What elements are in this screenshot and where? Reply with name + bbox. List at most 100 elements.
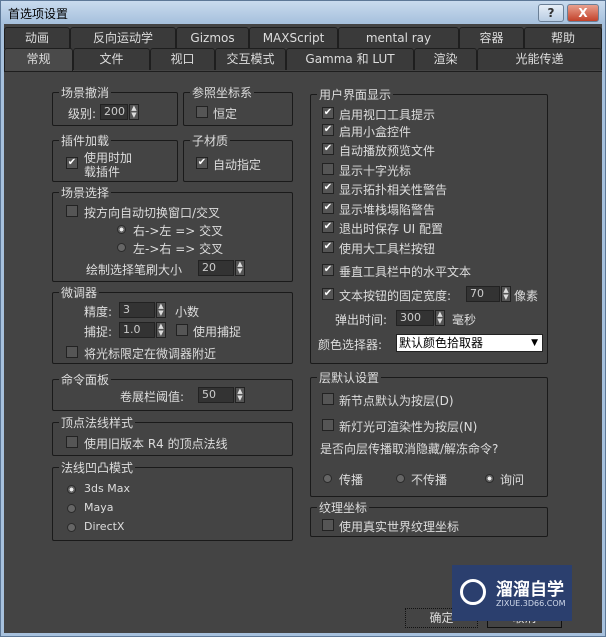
constant-checkbox[interactable] [196,106,208,118]
tab-tabs_row1-6[interactable]: 帮助 [524,27,602,49]
fixed-width-spinner[interactable]: 70 ▲ ▼ [466,286,511,302]
ui-option-label-4: 显示拓扑相关性警告 [339,183,448,197]
auto-assign-checkbox[interactable]: ✔ [196,157,208,169]
bump-maya-label: Maya [84,501,114,514]
color-picker-dropdown[interactable]: 默认颜色拾取器 ▼ [396,334,543,352]
auto-assign-label: 自动指定 [213,158,262,172]
tab-tabs_row2-2[interactable]: 视口 [150,48,215,70]
tab-tabs_row2-1[interactable]: 文件 [73,48,150,70]
ui-option-checkbox-1[interactable]: ✔ [322,124,334,136]
rollup-threshold-spinner[interactable]: 50 ▲ ▼ [198,387,245,403]
group-title: 场景撤消 [59,84,112,101]
ui-option-label-5: 显示堆栈塌陷警告 [339,203,436,217]
wrap-cursor-checkbox[interactable] [66,346,78,358]
tab-tabs_row2-0[interactable]: 常规 [4,48,73,72]
precision-spinner[interactable]: 3 ▲ ▼ [119,302,166,318]
undo-levels-spinner[interactable]: 200 ▲ ▼ [100,104,139,120]
bump-3dsmax-radio[interactable] [67,485,76,494]
pixels-label: 像素 [514,289,539,303]
flyout-time-label: 弹出时间: [335,313,388,327]
l2r-radio[interactable] [117,243,126,252]
decimals-label: 小数 [175,305,200,319]
ui-option-label-0: 启用视口工具提示 [339,108,436,122]
tab-tabs_row2-4[interactable]: Gamma 和 LUT [286,48,414,70]
ui-option-label-9: 文本按钮的固定宽度: [339,289,452,303]
new-lights-bylayer-checkbox[interactable] [322,419,334,431]
auto-switch-checkbox[interactable] [66,205,78,217]
ms-label: 毫秒 [452,313,477,327]
load-on-demand-checkbox[interactable]: ✔ [66,157,78,169]
l2r-label: 左->右 => 交叉 [133,242,224,256]
watermark: 溜溜自学 ZIXUE.3D66.COM [452,565,572,621]
group-title: 顶点法线样式 [59,414,136,431]
watermark-name: 溜溜自学 [496,580,564,600]
tab-tabs_row2-3[interactable]: 交互模式 [215,48,286,70]
real-world-checkbox[interactable] [322,519,334,531]
watermark-url: ZIXUE.3D66.COM [496,599,566,608]
use-snap-checkbox[interactable] [176,324,188,336]
legacy-normals-label: 使用旧版本 R4 的顶点法线 [84,437,228,451]
snap-label: 捕捉: [84,325,113,339]
dont-propagate-radio[interactable] [396,474,405,483]
wrap-cursor-label: 将光标限定在微调器附近 [84,347,217,361]
load-on-demand-label-2: 载插件 [84,165,121,179]
group-title: 层默认设置 [317,369,382,386]
brush-size-label: 绘制选择笔刷大小 [86,263,183,277]
chevron-down-icon: ▼ [531,338,538,348]
tab-tabs_row1-0[interactable]: 动画 [4,27,70,49]
group-title: 命令面板 [59,371,112,388]
ui-option-label-7: 使用大工具栏按钮 [339,242,436,256]
propagate-label: 传播 [339,473,364,487]
ui-option-checkbox-5[interactable]: ✔ [322,202,334,214]
dont-propagate-label: 不传播 [411,473,448,487]
bump-maya-radio[interactable] [67,504,76,513]
tab-tabs_row1-4[interactable]: mental ray [338,27,459,49]
play-logo-icon [460,579,486,605]
ask-label: 询问 [500,473,525,487]
ask-radio[interactable] [485,474,494,483]
ui-option-checkbox-8[interactable]: ✔ [322,264,334,276]
ui-option-label-3: 显示十字光标 [339,164,412,178]
ui-option-label-6: 退出时保存 UI 配置 [339,222,443,236]
close-button[interactable]: X [567,4,599,22]
tab-tabs_row2-6[interactable]: 光能传递 [477,48,602,70]
group-title: 场景选择 [59,184,112,201]
use-snap-label: 使用捕捉 [193,325,242,339]
ui-option-checkbox-2[interactable]: ✔ [322,143,334,155]
ui-option-label-1: 启用小盒控件 [339,125,412,139]
real-world-label: 使用真实世界纹理坐标 [339,520,460,534]
flyout-time-spinner[interactable]: 300 ▲ ▼ [396,310,445,326]
undo-levels-label: 级别: [68,107,97,121]
bump-directx-radio[interactable] [67,523,76,532]
legacy-normals-checkbox[interactable] [66,436,78,448]
ui-option-checkbox-9[interactable]: ✔ [322,288,334,300]
tab-tabs_row1-1[interactable]: 反向运动学 [70,27,176,49]
r2l-label: 右->左 => 交叉 [133,224,224,238]
propagate-radio[interactable] [323,474,332,483]
auto-switch-label: 按方向自动切换窗口/交叉 [84,206,221,220]
tab-tabs_row2-5[interactable]: 渲染 [414,48,477,70]
window-title: 首选项设置 [8,7,69,21]
tab-tabs_row1-2[interactable]: Gizmos [176,27,249,49]
help-button[interactable]: ? [538,4,564,22]
snap-spinner[interactable]: 1.0 ▲ ▼ [119,322,166,338]
new-nodes-bylayer-label: 新节点默认为按层(D) [339,394,454,408]
precision-label: 精度: [84,305,113,319]
ui-option-label-8: 垂直工具栏中的水平文本 [339,265,472,279]
r2l-radio[interactable] [117,225,126,234]
constant-label: 恒定 [213,107,238,121]
ui-option-checkbox-7[interactable]: ✔ [322,241,334,253]
ui-option-checkbox-6[interactable]: ✔ [322,221,334,233]
ui-option-checkbox-3[interactable] [322,163,334,175]
tab-tabs_row1-3[interactable]: MAXScript [249,27,338,49]
brush-size-spinner[interactable]: 20 ▲ ▼ [198,260,245,276]
new-nodes-bylayer-checkbox[interactable] [322,393,334,405]
bump-directx-label: DirectX [84,520,125,533]
color-picker-label: 颜色选择器: [318,338,383,352]
ui-option-checkbox-4[interactable]: ✔ [322,182,334,194]
ui-option-checkbox-0[interactable]: ✔ [322,107,334,119]
tab-tabs_row1-5[interactable]: 容器 [459,27,524,49]
group-title: 参照坐标系 [190,84,255,101]
group-title: 插件加载 [59,132,112,149]
new-lights-bylayer-label: 新灯光可渲染性为按层(N) [339,420,478,434]
